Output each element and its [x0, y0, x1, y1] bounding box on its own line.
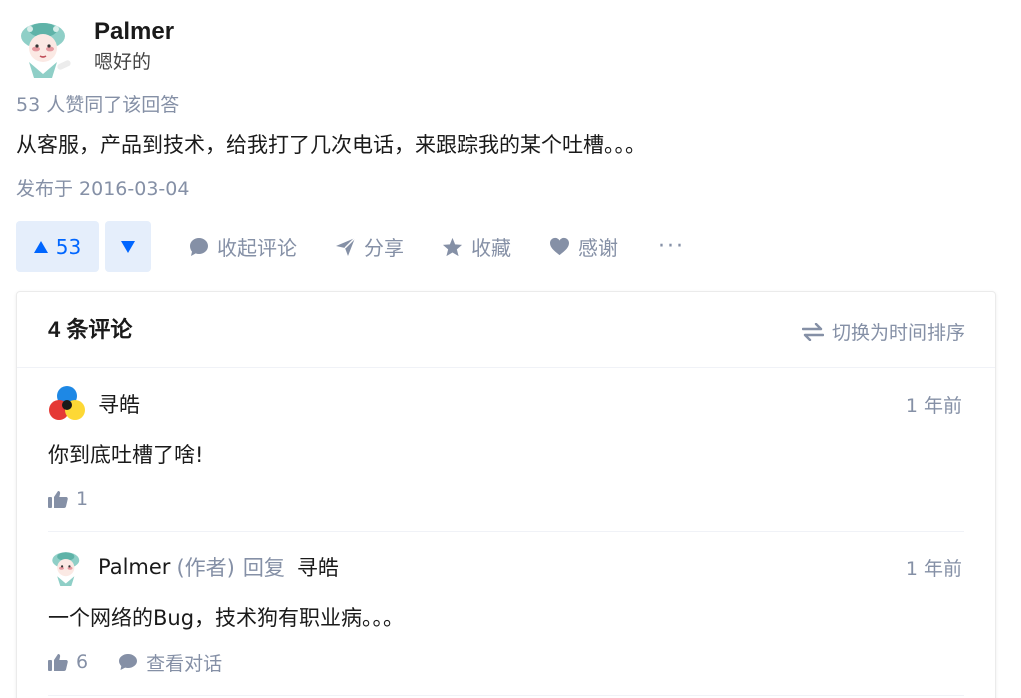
sort-toggle-label: 切换为时间排序: [831, 322, 965, 344]
thumbs-up-icon: [48, 654, 68, 671]
collapse-comments-button[interactable]: 收起评论: [189, 232, 297, 261]
comment-item: Palmer (作者) 回复 寻皓 1 年前 一个网络的Bug，技术狗有职业病。…: [48, 547, 966, 676]
commenter-avatar[interactable]: [48, 548, 86, 586]
share-button[interactable]: 分享: [335, 232, 404, 261]
heart-icon: [550, 237, 569, 256]
comment-text: 一个网络的Bug，技术狗有职业病。。。: [48, 606, 405, 630]
upvote-button[interactable]: 53: [16, 221, 99, 272]
upvote-count: 53: [55, 234, 82, 259]
answer-author: Palmer 嗯好的: [16, 16, 174, 78]
author-avatar[interactable]: [16, 16, 74, 78]
comments-panel: 4 条评论 切换为时间排序 寻皓 1 年前 你到底吐槽了啥! 1 Palmer …: [16, 291, 996, 698]
downvote-button[interactable]: [105, 221, 151, 272]
color-circles-avatar-icon: [49, 386, 85, 420]
comment-bubble-icon: [119, 654, 138, 670]
triangle-up-icon: [33, 240, 48, 253]
comment-time: 1 年前: [905, 395, 962, 417]
reply-word: 回复: [242, 556, 285, 580]
thumbs-up-icon: [48, 491, 68, 508]
comment-like-button[interactable]: 1: [48, 488, 88, 510]
comment-item: 寻皓 1 年前 你到底吐槽了啥! 1: [48, 384, 966, 513]
voters-count[interactable]: 53 人赞同了该回答: [16, 92, 179, 118]
author-bio: 嗯好的: [94, 51, 152, 73]
comment-like-count: 6: [76, 651, 89, 673]
answer-publish-date[interactable]: 发布于 2016-03-04: [16, 176, 189, 202]
comment-like-button[interactable]: 6: [48, 651, 88, 673]
view-dialog-button[interactable]: 查看对话: [118, 649, 222, 676]
more-options-button[interactable]: ···: [658, 234, 685, 259]
comments-header: 4 条评论 切换为时间排序: [17, 292, 995, 368]
collect-button[interactable]: 收藏: [442, 232, 511, 261]
comment-divider: [48, 531, 964, 532]
reply-target-name[interactable]: 寻皓: [297, 552, 339, 582]
opera-mask-avatar-icon: [21, 23, 71, 78]
triangle-down-icon: [121, 240, 135, 253]
comment-like-count: 1: [76, 488, 89, 510]
paper-plane-icon: [336, 236, 356, 256]
answer-action-bar: 53 收起评论 分享 收藏 感谢 ···: [16, 221, 685, 272]
answer-content: 从客服，产品到技术，给我打了几次电话，来跟踪我的某个吐槽。。。: [16, 133, 646, 157]
collect-label: 收藏: [471, 236, 511, 260]
sort-toggle-button[interactable]: 切换为时间排序: [801, 318, 965, 345]
comment-divider: [48, 695, 964, 696]
comment-text: 你到底吐槽了啥!: [48, 443, 204, 467]
view-dialog-label: 查看对话: [146, 652, 223, 675]
commenter-name[interactable]: 寻皓: [98, 389, 140, 419]
more-dots-icon: ···: [658, 234, 685, 259]
thanks-label: 感谢: [578, 236, 618, 260]
author-role-tag: (作者): [176, 556, 235, 580]
collapse-comments-label: 收起评论: [217, 236, 297, 260]
author-name[interactable]: Palmer: [94, 17, 174, 47]
comments-count: 4 条评论: [48, 317, 133, 342]
comment-bubble-icon: [190, 237, 208, 256]
commenter-name[interactable]: Palmer: [98, 555, 170, 579]
star-icon: [442, 237, 463, 256]
commenter-avatar[interactable]: [48, 385, 86, 423]
share-label: 分享: [364, 236, 404, 260]
swap-arrows-icon: [801, 322, 824, 341]
opera-mask-avatar-icon: [52, 552, 80, 586]
comment-time: 1 年前: [905, 558, 962, 580]
thanks-button[interactable]: 感谢: [549, 232, 618, 261]
